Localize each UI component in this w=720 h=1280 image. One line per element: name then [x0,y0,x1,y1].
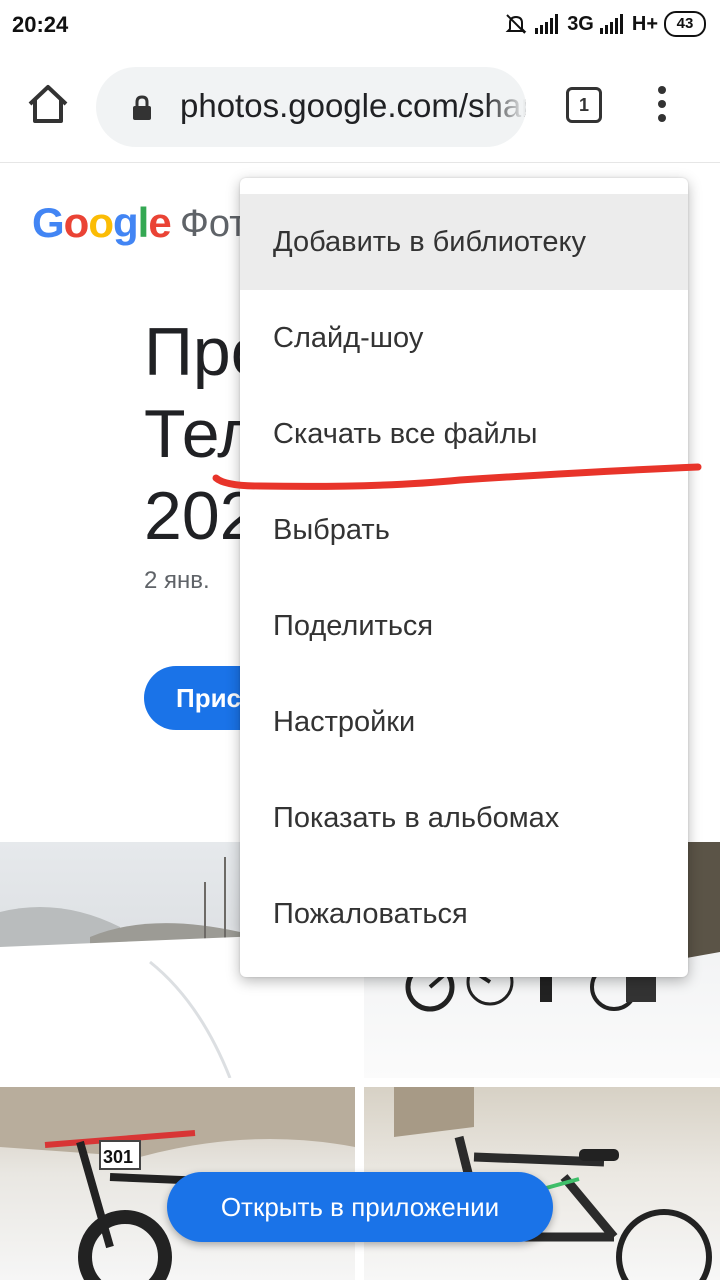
tab-switcher-button[interactable]: 1 [566,87,602,123]
menu-item-download-all[interactable]: Скачать все файлы [240,386,688,482]
battery-indicator: 43 [664,11,706,37]
status-icons: 3G H+ 43 [503,11,706,37]
menu-item-add-to-library[interactable]: Добавить в библиотеку [240,194,688,290]
network-type-2: H+ [631,12,658,35]
menu-item-select[interactable]: Выбрать [240,482,688,578]
lock-icon [133,95,151,120]
overflow-menu: Добавить в библиотеку Слайд-шоу Скачать … [240,178,688,977]
menu-item-show-in-albums[interactable]: Показать в альбомах [240,770,688,866]
signal-icon [535,14,559,34]
menu-item-share[interactable]: Поделиться [240,578,688,674]
home-icon[interactable] [26,82,70,126]
menu-item-report[interactable]: Пожаловаться [240,866,688,962]
race-number: 301 [103,1147,133,1167]
menu-item-slideshow[interactable]: Слайд-шоу [240,290,688,386]
status-time: 20:24 [12,12,69,37]
menu-item-settings[interactable]: Настройки [240,674,688,770]
browser-toolbar: photos.google.com/share 1 [0,52,720,163]
url-text: photos.google.com/share [180,87,526,124]
open-in-app-button[interactable]: Открыть в приложении [167,1172,553,1242]
status-bar: 20:24 3G H+ 43 [0,0,720,52]
signal-icon [599,14,623,34]
google-logo: Google [32,199,172,246]
address-bar[interactable]: photos.google.com/share [96,67,526,147]
muted-bell-icon [505,14,527,34]
album-date: 2 янв. [144,567,210,594]
network-type-1: 3G [567,12,594,35]
more-options-icon[interactable] [652,86,672,130]
